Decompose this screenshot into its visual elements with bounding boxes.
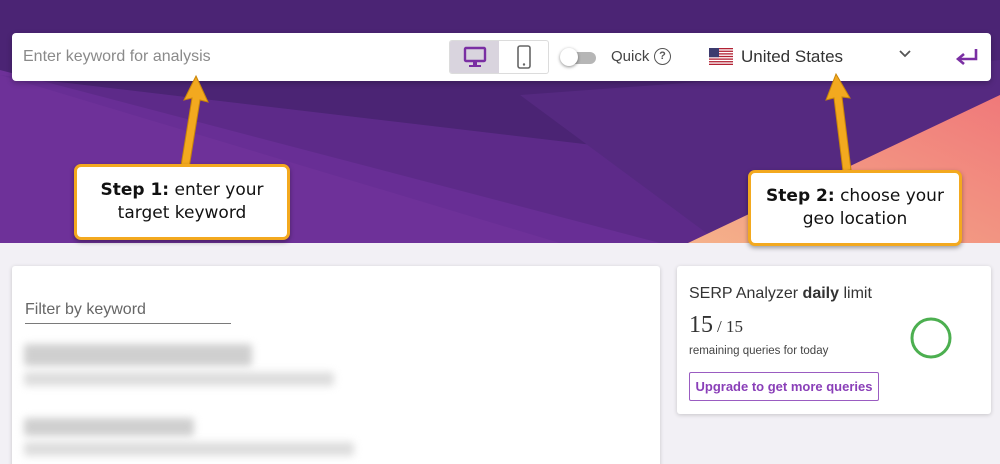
limit-title-bold: daily — [802, 285, 840, 302]
device-toggle — [449, 40, 549, 74]
chevron-down-icon — [899, 50, 911, 58]
keyword-input[interactable] — [12, 33, 442, 81]
blurred-item — [24, 372, 334, 386]
blurred-item — [24, 344, 252, 366]
results-panel — [12, 266, 660, 464]
step2-arrow-icon — [825, 72, 852, 172]
mobile-icon — [516, 45, 531, 69]
country-select[interactable]: United States — [709, 43, 919, 71]
mobile-button[interactable] — [499, 41, 548, 73]
limit-title-prefix: SERP Analyzer — [689, 285, 803, 302]
limit-title-suffix: limit — [839, 285, 872, 302]
toggle-knob — [560, 48, 578, 66]
quick-label: Quick — [611, 48, 650, 65]
step1-text-line2: target keyword — [117, 203, 247, 223]
step1-arrow-icon — [180, 74, 209, 169]
step2-text-line1: choose your — [834, 186, 944, 207]
step2-label: Step 2: — [766, 186, 835, 207]
desktop-icon — [463, 46, 486, 67]
remaining-count: 15 — [689, 312, 713, 338]
progress-ring-icon — [910, 317, 952, 359]
upgrade-button[interactable]: Upgrade to get more queries — [689, 372, 879, 401]
step2-text-line2: geo location — [802, 209, 908, 229]
limit-count: 15 / 15 — [689, 312, 743, 339]
step2-callout: Step 2: choose your geo location — [748, 170, 962, 246]
quick-mode-toggle[interactable] — [560, 48, 596, 66]
step1-text-line1: enter your — [169, 180, 264, 201]
country-name: United States — [741, 47, 844, 66]
blurred-item — [24, 442, 354, 456]
us-flag-icon — [709, 48, 733, 65]
limit-title: SERP Analyzer daily limit — [689, 285, 872, 303]
filter-input[interactable] — [25, 296, 231, 324]
step1-callout: Step 1: enter your target keyword — [74, 164, 290, 240]
enter-icon[interactable] — [954, 46, 980, 68]
daily-limit-card: SERP Analyzer daily limit 15 / 15 remain… — [677, 266, 991, 414]
help-icon[interactable]: ? — [654, 48, 671, 65]
total-count: / 15 — [717, 317, 743, 336]
blurred-item — [24, 418, 194, 436]
remaining-text: remaining queries for today — [689, 345, 829, 357]
desktop-button[interactable] — [450, 41, 499, 73]
step1-label: Step 1: — [100, 180, 170, 201]
